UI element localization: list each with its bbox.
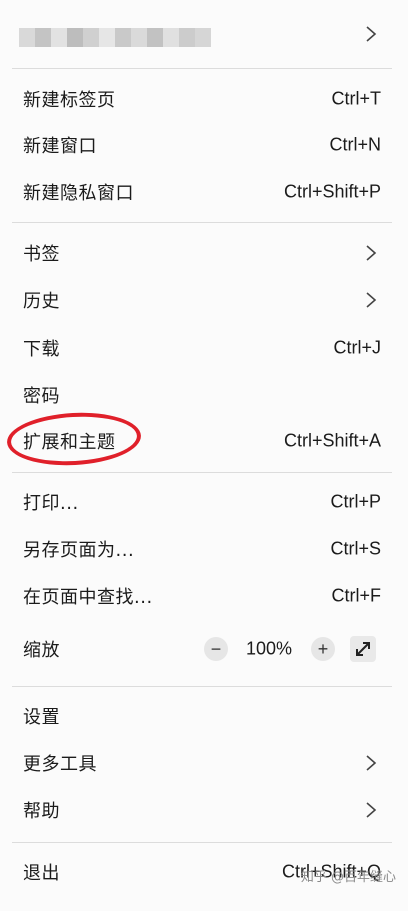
menu-item-label: 下载 xyxy=(23,339,60,360)
chevron-right-icon xyxy=(364,244,378,262)
menu-item-label: 帮助 xyxy=(23,801,60,822)
redaction-block xyxy=(163,28,179,47)
menu-item-label: 扩展和主题 xyxy=(23,432,116,453)
chevron-right-icon xyxy=(364,25,378,43)
redaction-block xyxy=(99,28,115,47)
chevron-right-icon xyxy=(364,801,378,819)
menu-item-settings[interactable]: 设置 xyxy=(0,693,408,739)
menu-item-label: 密码 xyxy=(23,386,60,407)
menu-item-label: 在页面中查找... xyxy=(23,587,153,608)
menu-item-label: 更多工具 xyxy=(23,754,97,775)
menu-item-label: 缩放 xyxy=(23,640,60,661)
shortcut-label: Ctrl+F xyxy=(331,585,382,606)
menu-item-help[interactable]: 帮助 xyxy=(0,787,408,833)
zoom-level-value: 100% xyxy=(246,638,293,659)
shortcut-label: Ctrl+T xyxy=(331,88,382,109)
menu-separator xyxy=(12,686,392,687)
redaction-block xyxy=(83,28,99,47)
menu-item-label: 新建窗口 xyxy=(23,136,97,157)
redaction-block xyxy=(195,28,211,47)
menu-item-bookmarks[interactable]: 书签 xyxy=(0,230,408,276)
menu-item-label: 书签 xyxy=(23,244,60,265)
menu-item-new-window[interactable]: 新建窗口 Ctrl+N xyxy=(0,122,408,168)
menu-separator xyxy=(12,842,392,843)
menu-item-label: 新建标签页 xyxy=(23,90,116,111)
menu-item-passwords[interactable]: 密码 xyxy=(0,372,408,418)
expand-arrows-icon xyxy=(356,642,370,656)
zoom-in-button[interactable]: + xyxy=(311,637,335,661)
account-row[interactable] xyxy=(0,0,408,68)
menu-item-find-in-page[interactable]: 在页面中查找... Ctrl+F xyxy=(0,573,408,619)
zoom-out-button[interactable]: − xyxy=(204,637,228,661)
redaction-block xyxy=(67,28,83,47)
menu-item-history[interactable]: 历史 xyxy=(0,277,408,323)
redaction-block xyxy=(131,28,147,47)
chevron-right-icon xyxy=(364,291,378,309)
menu-item-label: 退出 xyxy=(23,863,60,884)
menu-item-more-tools[interactable]: 更多工具 xyxy=(0,740,408,786)
menu-item-label: 另存页面为... xyxy=(23,540,135,561)
shortcut-label: Ctrl+Shift+A xyxy=(283,430,381,451)
menu-item-print[interactable]: 打印... Ctrl+P xyxy=(0,479,408,525)
menu-item-new-private-window[interactable]: 新建隐私窗口 Ctrl+Shift+P xyxy=(0,169,408,215)
watermark-text: 知乎 @百年缝心 xyxy=(300,870,396,885)
menu-separator xyxy=(12,68,392,69)
menu-item-label: 历史 xyxy=(23,291,60,312)
menu-item-save-page-as[interactable]: 另存页面为... Ctrl+S xyxy=(0,526,408,572)
menu-item-new-tab[interactable]: 新建标签页 Ctrl+T xyxy=(0,76,408,122)
shortcut-label: Ctrl+P xyxy=(330,491,381,512)
redaction-block xyxy=(19,28,35,47)
account-name-redacted xyxy=(19,28,211,47)
redaction-block xyxy=(115,28,131,47)
menu-item-extensions-themes[interactable]: 扩展和主题 Ctrl+Shift+A xyxy=(0,418,408,464)
redaction-block xyxy=(179,28,195,47)
menu-item-downloads[interactable]: 下载 Ctrl+J xyxy=(0,325,408,371)
menu-item-label: 打印... xyxy=(23,493,79,514)
redaction-block xyxy=(147,28,163,47)
menu-item-label: 设置 xyxy=(23,707,60,728)
menu-separator xyxy=(12,472,392,473)
shortcut-label: Ctrl+J xyxy=(333,337,381,358)
fullscreen-button[interactable] xyxy=(350,636,376,662)
redaction-block xyxy=(51,28,67,47)
chevron-right-icon xyxy=(364,754,378,772)
redaction-block xyxy=(35,28,51,47)
shortcut-label: Ctrl+S xyxy=(330,538,381,559)
menu-item-zoom: 缩放 − 100% + xyxy=(0,626,408,672)
menu-item-label: 新建隐私窗口 xyxy=(23,183,134,204)
shortcut-label: Ctrl+Shift+P xyxy=(283,181,381,202)
shortcut-label: Ctrl+N xyxy=(329,134,381,155)
menu-separator xyxy=(12,222,392,223)
app-menu-panel: 新建标签页 Ctrl+T 新建窗口 Ctrl+N 新建隐私窗口 Ctrl+Shi… xyxy=(0,0,408,911)
